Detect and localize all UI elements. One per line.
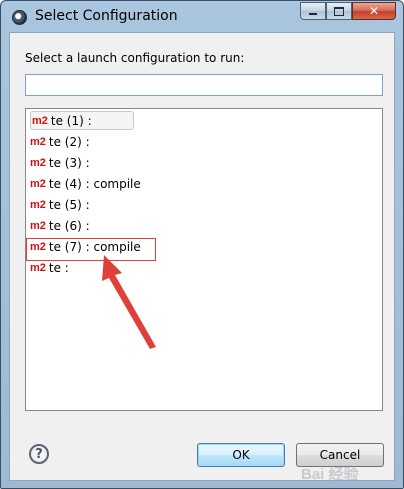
maximize-icon [334, 6, 344, 16]
maven-m2-icon: m2 [32, 114, 48, 127]
filter-input[interactable] [25, 74, 383, 96]
list-item[interactable]: m2 te (6) : [30, 216, 90, 235]
maven-m2-icon: m2 [30, 240, 46, 253]
window-title: Select Configuration [35, 8, 178, 24]
watermark: Bai 经验 [301, 466, 359, 483]
minimize-icon [309, 13, 317, 15]
maven-m2-icon: m2 [30, 135, 46, 148]
maven-m2-icon: m2 [30, 219, 46, 232]
list-item-label: te (1) : [50, 113, 92, 128]
configuration-list[interactable]: m2 te (1) : m2 te (2) : m2 te (3) : m2 t… [25, 108, 383, 411]
list-item[interactable]: m2 te (1) : [30, 111, 134, 130]
list-item[interactable]: m2 te (5) : [30, 195, 90, 214]
maven-m2-icon: m2 [30, 198, 46, 211]
title-bar[interactable]: Select Configuration ✕ [1, 1, 403, 33]
help-icon[interactable]: ? [29, 444, 49, 464]
list-item-label: te : [48, 260, 69, 275]
maven-m2-icon: m2 [30, 177, 46, 190]
list-item[interactable]: m2 te (4) : compile [30, 174, 141, 193]
select-configuration-window: Select Configuration ✕ Select a launch c… [0, 0, 404, 489]
list-item[interactable]: m2 te : [30, 258, 69, 277]
list-item-label: te (3) : [48, 155, 90, 170]
list-item-label: te (6) : [48, 218, 90, 233]
maven-m2-icon: m2 [30, 156, 46, 169]
minimize-button[interactable] [300, 2, 326, 20]
maven-m2-icon: m2 [30, 261, 46, 274]
maximize-button[interactable] [326, 2, 352, 20]
close-icon: ✕ [368, 4, 380, 18]
list-item[interactable]: m2 te (7) : compile [30, 237, 141, 256]
list-item-label: te (5) : [48, 197, 90, 212]
dialog-body: Select a launch configuration to run: m2… [9, 32, 395, 481]
annotation-arrow-icon [102, 255, 156, 349]
close-button[interactable]: ✕ [352, 2, 396, 20]
prompt-label: Select a launch configuration to run: [25, 51, 245, 65]
list-item-label: te (7) : compile [48, 239, 141, 254]
list-item-label: te (4) : compile [48, 176, 141, 191]
list-item-label: te (2) : [48, 134, 90, 149]
eclipse-icon [12, 10, 27, 25]
ok-button[interactable]: OK [197, 443, 285, 467]
list-item[interactable]: m2 te (2) : [30, 132, 90, 151]
list-item[interactable]: m2 te (3) : [30, 153, 90, 172]
